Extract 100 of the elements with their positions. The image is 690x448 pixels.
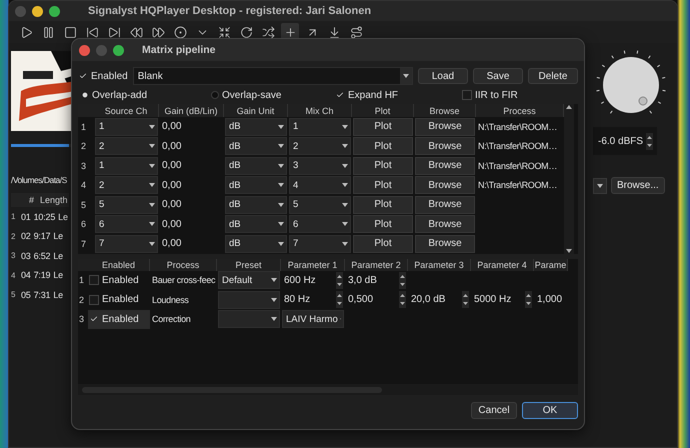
checkbox[interactable] <box>89 294 99 305</box>
radio-button[interactable] <box>211 91 219 99</box>
spin-buttons[interactable] <box>336 272 343 289</box>
browse-button[interactable]: Browse <box>415 196 475 214</box>
dropdown[interactable] <box>593 178 607 194</box>
source-channel-dropdown[interactable]: 1 <box>95 156 158 175</box>
mix-channel-dropdown[interactable]: 4 <box>289 176 351 194</box>
dialog-button[interactable]: Delete <box>528 68 578 84</box>
column-header: Parameter 1 <box>281 258 345 270</box>
source-channel-dropdown[interactable]: 5 <box>95 196 158 214</box>
column-header: Preset <box>217 258 281 270</box>
gain-unit-dropdown[interactable]: dB <box>225 137 287 156</box>
parameter-dropdown[interactable]: LAIV Harmo <box>282 310 344 328</box>
plot-button[interactable]: Plot <box>353 118 413 136</box>
row-number: 2 <box>11 232 16 241</box>
gain-value[interactable]: 0,00 <box>159 180 224 191</box>
preset-dropdown[interactable]: Blank <box>132 67 413 85</box>
gain-unit-dropdown[interactable]: dB <box>225 176 287 194</box>
caret-icon <box>342 202 348 207</box>
gain-unit-dropdown[interactable]: dB <box>225 196 287 214</box>
browse-button[interactable]: Browse <box>415 118 475 136</box>
plot-button[interactable]: Plot <box>353 156 413 175</box>
dialog-button[interactable]: OK <box>522 402 578 419</box>
track-length: 9:17 <box>34 231 50 242</box>
parameter-value[interactable]: 3,0 dB <box>348 274 377 286</box>
spin-buttons[interactable] <box>399 291 406 308</box>
plot-button[interactable]: Plot <box>353 234 413 253</box>
source-channel-dropdown[interactable]: 7 <box>95 234 158 253</box>
minimize-button[interactable] <box>32 6 43 16</box>
horizontal-scrollbar[interactable] <box>78 384 578 395</box>
enabled-cell[interactable]: Enabled <box>88 290 150 310</box>
browse-button[interactable]: Browse... <box>611 177 665 194</box>
browse-button[interactable]: Browse <box>415 137 475 156</box>
gain-unit-dropdown[interactable]: dB <box>225 215 287 234</box>
enabled-cell[interactable]: Enabled <box>88 310 150 329</box>
source-channel-dropdown[interactable]: 1 <box>95 118 158 136</box>
parameter-value[interactable]: 0,500 <box>348 294 374 306</box>
dialog-button[interactable]: Load <box>418 68 468 84</box>
plot-button[interactable]: Plot <box>353 137 413 156</box>
gain-value[interactable]: 0,00 <box>159 218 224 230</box>
checkbox-label: Enabled <box>102 274 139 286</box>
gain-value[interactable]: 0,00 <box>159 238 224 250</box>
browse-button[interactable]: Browse <box>415 176 475 194</box>
track-number: 01 <box>21 212 31 222</box>
spin-buttons[interactable] <box>646 132 653 150</box>
parameter-value[interactable]: 20,0 dB <box>411 294 446 306</box>
mix-channel-dropdown[interactable]: 2 <box>289 137 351 156</box>
mix-channel-dropdown[interactable]: 1 <box>289 118 351 136</box>
gain-unit-dropdown[interactable]: dB <box>225 234 287 253</box>
mix-channel-dropdown[interactable]: 3 <box>289 156 351 175</box>
plot-button[interactable]: Plot <box>353 215 413 234</box>
track-title: Le <box>53 250 63 261</box>
enabled-cell[interactable]: Enabled <box>88 270 150 290</box>
column-header: Parameter 2 <box>345 258 408 270</box>
mix-channel-dropdown[interactable]: 6 <box>289 215 351 234</box>
browse-button[interactable]: Browse <box>415 234 475 253</box>
gain-value[interactable]: 0,00 <box>159 140 224 152</box>
parameter-value[interactable]: 80 Hz <box>284 294 310 306</box>
plot-button[interactable]: Plot <box>353 176 413 194</box>
browse-button[interactable]: Browse <box>415 156 475 175</box>
column-header: Process <box>150 258 217 270</box>
row-number: 4 <box>11 270 16 280</box>
checkbox[interactable] <box>78 71 88 81</box>
dialog-button[interactable]: Cancel <box>471 402 517 419</box>
browse-button[interactable]: Browse <box>415 215 475 234</box>
source-channel-dropdown[interactable]: 2 <box>95 176 158 194</box>
source-channel-dropdown[interactable]: 6 <box>95 215 158 234</box>
mix-channel-dropdown[interactable]: 5 <box>289 196 351 214</box>
column-header: Parame <box>534 258 568 270</box>
dialog-button[interactable]: Save <box>473 68 523 84</box>
process-path: N:\Transfer\ROOM… <box>477 160 558 171</box>
zoom-button[interactable] <box>49 6 60 16</box>
source-channel-dropdown[interactable]: 2 <box>95 137 158 156</box>
volume-field[interactable]: -6.0 dBFS <box>593 127 657 155</box>
gain-value[interactable]: 0,00 <box>159 160 224 172</box>
zoom-button[interactable] <box>113 44 124 56</box>
parameter-value[interactable]: 1,000 <box>537 294 562 306</box>
checkbox[interactable] <box>89 275 99 286</box>
checkbox[interactable] <box>462 90 472 100</box>
vertical-scrollbar[interactable] <box>564 104 574 254</box>
close-button[interactable] <box>79 44 90 56</box>
scroll-down-icon[interactable] <box>566 248 572 252</box>
spin-buttons[interactable] <box>399 272 406 289</box>
preset-dropdown[interactable]: Default <box>218 271 280 290</box>
spin-buttons[interactable] <box>462 291 469 308</box>
parameter-value[interactable]: 600 Hz <box>284 274 316 286</box>
gain-unit-dropdown[interactable]: dB <box>225 156 287 175</box>
scroll-up-icon[interactable] <box>566 105 572 109</box>
parameter-value[interactable]: 5000 Hz <box>474 294 512 306</box>
spin-buttons[interactable] <box>336 291 343 308</box>
caret-icon <box>149 144 155 148</box>
caret-icon <box>149 164 155 168</box>
mix-channel-dropdown[interactable]: 7 <box>289 234 351 253</box>
checkbox[interactable] <box>335 90 345 100</box>
track-length: 7:31 <box>34 290 50 300</box>
gain-unit-dropdown[interactable]: dB <box>225 118 287 136</box>
gain-value[interactable]: 0,00 <box>159 199 224 210</box>
plot-button[interactable]: Plot <box>353 196 413 214</box>
gain-value[interactable]: 0,00 <box>159 121 224 132</box>
spin-buttons[interactable] <box>525 291 532 308</box>
